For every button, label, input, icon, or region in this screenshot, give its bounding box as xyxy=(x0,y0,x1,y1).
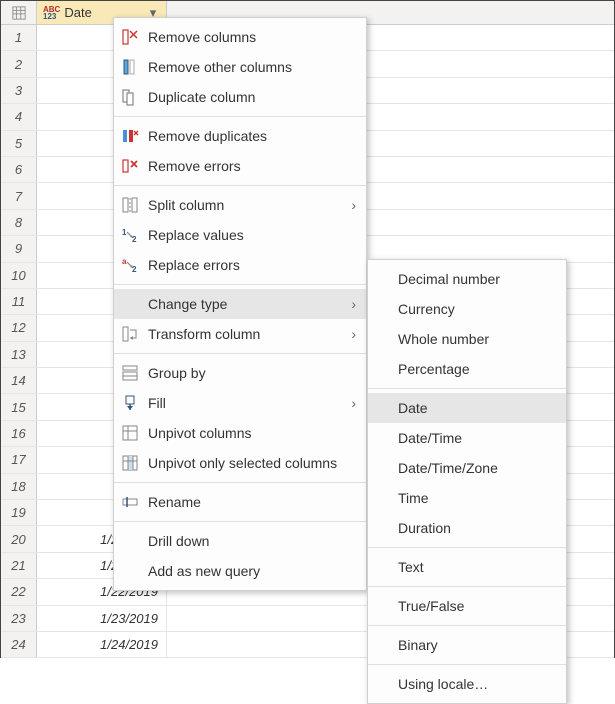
menu-change-type[interactable]: Change type › xyxy=(114,289,366,319)
chevron-right-icon: › xyxy=(351,296,356,312)
menu-fill[interactable]: Fill › xyxy=(114,388,366,418)
submenu-currency[interactable]: Currency xyxy=(368,294,566,324)
remove-other-columns-icon xyxy=(120,57,140,77)
submenu-date-time-zone[interactable]: Date/Time/Zone xyxy=(368,453,566,483)
table-icon xyxy=(12,6,26,20)
submenu-duration[interactable]: Duration xyxy=(368,513,566,543)
group-by-icon xyxy=(120,363,140,383)
row-number-cell: 14 xyxy=(1,368,37,393)
remove-duplicates-icon xyxy=(120,126,140,146)
menu-separator xyxy=(368,586,566,587)
replace-values-icon: 12 xyxy=(120,225,140,245)
submenu-binary[interactable]: Binary xyxy=(368,630,566,660)
transform-column-icon xyxy=(120,324,140,344)
menu-drill-down[interactable]: Drill down xyxy=(114,526,366,556)
menu-remove-columns[interactable]: Remove columns xyxy=(114,22,366,52)
blank-icon xyxy=(120,561,140,581)
row-number-cell: 7 xyxy=(1,183,37,208)
blank-icon xyxy=(120,531,140,551)
menu-group-by[interactable]: Group by xyxy=(114,358,366,388)
chevron-right-icon: › xyxy=(351,326,356,342)
svg-text:1: 1 xyxy=(122,228,127,237)
unpivot-columns-icon xyxy=(120,423,140,443)
submenu-true-false[interactable]: True/False xyxy=(368,591,566,621)
chevron-right-icon: › xyxy=(351,395,356,411)
row-number-cell: 23 xyxy=(1,606,37,631)
menu-separator xyxy=(114,482,366,483)
menu-separator xyxy=(114,185,366,186)
split-column-icon xyxy=(120,195,140,215)
row-number-cell: 10 xyxy=(1,263,37,288)
remove-columns-icon xyxy=(120,27,140,47)
svg-text:a: a xyxy=(122,257,127,266)
change-type-submenu: Decimal number Currency Whole number Per… xyxy=(367,259,567,704)
replace-errors-icon: a2 xyxy=(120,255,140,275)
row-number-cell: 15 xyxy=(1,394,37,419)
menu-replace-errors[interactable]: a2 Replace errors xyxy=(114,250,366,280)
row-number-cell: 19 xyxy=(1,500,37,525)
menu-separator xyxy=(368,547,566,548)
menu-separator xyxy=(368,664,566,665)
duplicate-column-icon xyxy=(120,87,140,107)
menu-separator xyxy=(114,521,366,522)
svg-text:2: 2 xyxy=(132,235,137,244)
row-number-cell: 5 xyxy=(1,131,37,156)
menu-separator xyxy=(114,284,366,285)
menu-separator xyxy=(368,388,566,389)
row-number-cell: 13 xyxy=(1,342,37,367)
row-number-cell: 12 xyxy=(1,315,37,340)
row-number-cell: 9 xyxy=(1,236,37,261)
row-number-cell: 21 xyxy=(1,553,37,578)
submenu-time[interactable]: Time xyxy=(368,483,566,513)
menu-replace-values[interactable]: 12 Replace values xyxy=(114,220,366,250)
menu-remove-errors[interactable]: Remove errors xyxy=(114,151,366,181)
svg-text:2: 2 xyxy=(132,265,137,274)
data-cell[interactable]: 1/23/2019 xyxy=(37,606,167,631)
menu-unpivot-columns[interactable]: Unpivot columns xyxy=(114,418,366,448)
submenu-using-locale[interactable]: Using locale… xyxy=(368,669,566,699)
submenu-percentage[interactable]: Percentage xyxy=(368,354,566,384)
unpivot-selected-icon xyxy=(120,453,140,473)
submenu-decimal-number[interactable]: Decimal number xyxy=(368,264,566,294)
menu-rename[interactable]: Rename xyxy=(114,487,366,517)
menu-remove-other-columns[interactable]: Remove other columns xyxy=(114,52,366,82)
blank-icon xyxy=(120,294,140,314)
menu-separator xyxy=(114,116,366,117)
row-number-cell: 17 xyxy=(1,447,37,472)
row-number-cell: 3 xyxy=(1,78,37,103)
menu-duplicate-column[interactable]: Duplicate column xyxy=(114,82,366,112)
row-number-cell: 11 xyxy=(1,289,37,314)
row-number-cell: 1 xyxy=(1,25,37,50)
submenu-date[interactable]: Date xyxy=(368,393,566,423)
row-number-cell: 2 xyxy=(1,51,37,76)
column-context-menu: Remove columns Remove other columns Dupl… xyxy=(113,17,367,591)
submenu-date-time[interactable]: Date/Time xyxy=(368,423,566,453)
menu-unpivot-only-selected[interactable]: Unpivot only selected columns xyxy=(114,448,366,478)
row-number-cell: 16 xyxy=(1,421,37,446)
row-number-cell: 8 xyxy=(1,210,37,235)
menu-remove-duplicates[interactable]: Remove duplicates xyxy=(114,121,366,151)
select-all-corner[interactable] xyxy=(1,1,37,24)
remove-errors-icon xyxy=(120,156,140,176)
menu-split-column[interactable]: Split column › xyxy=(114,190,366,220)
data-cell[interactable]: 1/24/2019 xyxy=(37,632,167,657)
row-number-cell: 6 xyxy=(1,157,37,182)
row-number-cell: 4 xyxy=(1,104,37,129)
menu-add-as-new-query[interactable]: Add as new query xyxy=(114,556,366,586)
row-number-cell: 22 xyxy=(1,579,37,604)
row-number-cell: 20 xyxy=(1,526,37,551)
submenu-text[interactable]: Text xyxy=(368,552,566,582)
row-number-cell: 18 xyxy=(1,474,37,499)
chevron-right-icon: › xyxy=(351,197,356,213)
menu-transform-column[interactable]: Transform column › xyxy=(114,319,366,349)
row-number-cell: 24 xyxy=(1,632,37,657)
menu-separator xyxy=(114,353,366,354)
submenu-whole-number[interactable]: Whole number xyxy=(368,324,566,354)
datatype-any-icon: ABC 123 xyxy=(43,6,60,20)
rename-icon xyxy=(120,492,140,512)
fill-icon xyxy=(120,393,140,413)
menu-separator xyxy=(368,625,566,626)
